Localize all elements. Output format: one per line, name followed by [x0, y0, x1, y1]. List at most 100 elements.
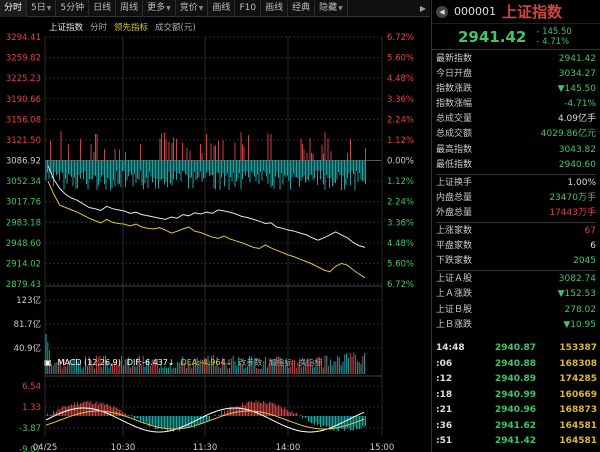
percent-tick-label: 4.48%	[387, 239, 414, 249]
percent-tick-label: 1.12%	[387, 136, 414, 146]
stat-label: 最高指数	[436, 144, 473, 155]
time-tick-label: 14:00	[276, 443, 301, 452]
stat-label: 最新指数	[436, 54, 473, 64]
macd-add-button[interactable]: 加指标	[268, 357, 292, 368]
macd-tick-label: 6.54	[22, 382, 41, 392]
time-tick-label: 15:00	[370, 443, 395, 452]
tick-price: 2941.62	[495, 420, 536, 431]
stat-row: 外盘总量 17443万手	[436, 206, 596, 221]
tick-time: :21	[436, 405, 453, 415]
tick-time: :36	[436, 420, 453, 431]
stat-label: 上Ｂ涨跌	[436, 319, 473, 330]
stat-label: 总成交额	[436, 129, 473, 140]
chart-canvas[interactable]: 3294.41 6.72% 3259.82 5.60% 3225.23 4.48% 3190…	[0, 18, 430, 452]
chevron-down-icon: ▼	[338, 4, 343, 12]
price-tick-label: 2983.18	[6, 218, 41, 228]
stat-row: 上Ａ涨跌 ▼152.53	[436, 287, 596, 302]
price-tick-label: 2879.43	[6, 280, 41, 290]
tick-price: 2941.42	[495, 436, 536, 446]
percent-tick-label: 2.24%	[387, 115, 414, 125]
tick-price: 2940.88	[495, 358, 536, 369]
percent-tick-label: 5.60%	[387, 54, 414, 64]
stat-label: 上证Ａ股	[436, 274, 473, 285]
stat-row: 上证Ｂ股 278.02	[436, 303, 596, 318]
tick-time: 14:48	[436, 343, 465, 353]
stat-label: 指数涨跌	[436, 84, 473, 95]
price-tick-label: 2914.02	[6, 259, 41, 269]
tab-1[interactable]: 5日▼	[27, 0, 57, 17]
stat-label: 平盘家数	[436, 241, 473, 252]
price-change: - 145.50 - 4.71%	[536, 27, 572, 47]
tick-price: 2940.99	[495, 389, 536, 400]
price-tick-label: 3156.08	[6, 115, 41, 125]
tab-5[interactable]: 更多▼	[143, 0, 176, 17]
price-tick-label: 3017.76	[6, 198, 41, 208]
stat-value: ▼10.95	[563, 319, 596, 330]
macd-title[interactable]: MACD (12,26,9)	[58, 358, 121, 367]
tab-8[interactable]: F10	[235, 0, 262, 17]
chevron-down-icon: ▼	[166, 4, 171, 12]
stat-label: 指数涨幅	[436, 99, 473, 110]
tick-volume: 153387	[559, 343, 597, 353]
tab-10[interactable]: 经典	[288, 0, 316, 17]
stat-row: 上涨家数 67	[436, 224, 596, 239]
tab-9[interactable]: 画线	[261, 0, 289, 17]
stat-row: 最高指数 3043.82	[436, 143, 596, 158]
macd-dif: DIF:-6.437↓	[126, 358, 175, 367]
tab-label: 5日	[31, 2, 46, 13]
tab-2[interactable]: 5分钟	[56, 0, 90, 17]
tab-0[interactable]: 分时	[0, 0, 28, 17]
stat-label: 上证Ｂ股	[436, 304, 473, 315]
tick-volume: 168308	[559, 358, 597, 369]
tab-6[interactable]: 竞价▼	[176, 0, 209, 17]
tick-price: 2940.96	[495, 405, 536, 415]
stat-value: 4.09亿手	[557, 114, 596, 125]
price-tick-label: 3052.34	[6, 177, 41, 187]
change-percent: - 4.71%	[536, 36, 570, 47]
stat-row: 今日开盘 3034.27	[436, 67, 596, 82]
intraday-chart[interactable]: 3294.41 6.72% 3259.82 5.60% 3225.23 4.48% 3190…	[0, 18, 430, 452]
tick-volume: 168873	[559, 405, 597, 415]
price-tick-label: 3225.23	[6, 74, 41, 84]
stat-label: 下跌家数	[436, 256, 473, 267]
percent-tick-label: 3.36%	[387, 95, 414, 105]
time-tick-label: 04/25	[33, 443, 58, 452]
stat-row: 上证Ａ股 3082.74	[436, 272, 596, 287]
tab-label: 5分钟	[60, 2, 85, 13]
stat-label: 总成交量	[436, 114, 473, 125]
more-icon[interactable]: ▶	[420, 0, 426, 17]
price-tick-label: 3259.82	[6, 54, 41, 64]
percent-tick-label: 5.60%	[387, 259, 414, 269]
chevron-down-icon: ▼	[198, 4, 204, 12]
macd-settings-icon[interactable]: ▣	[44, 358, 52, 367]
tab-4[interactable]: 周线	[116, 0, 144, 17]
stat-value: 67	[584, 226, 596, 237]
tick-time: :51	[436, 436, 453, 446]
stock-code: 000001	[454, 5, 496, 18]
prev-stock-icon[interactable]: ◀	[436, 5, 448, 18]
percent-tick-label: 1.12%	[387, 177, 414, 187]
stats-list: 最新指数 2941.42 今日开盘 3034.27 指数涨跌 ▼145.50 指数涨幅 -4.…	[432, 50, 600, 333]
stat-row: 最低指数 2940.60	[436, 158, 596, 173]
stat-row: 平盘家数 6	[436, 239, 596, 254]
tab-7[interactable]: 画线	[208, 0, 236, 17]
stat-row: 上证换手 1.00%	[436, 176, 596, 191]
tick-volume: 160669	[559, 389, 597, 400]
chart-tabbar: 分时 5日▼ 5分钟 日线 周线 更多▼ 竞价▼ 画线 F10 画线 经典 隐藏▼ ▶	[0, 0, 430, 17]
tick-volume: 174285	[559, 374, 597, 384]
stat-value: 3082.74	[558, 274, 596, 285]
macd-switch-button[interactable]: 换指标	[298, 357, 322, 368]
stat-label: 上涨家数	[436, 226, 473, 237]
stat-value: ▼145.50	[557, 84, 596, 95]
legend-time: 分时	[90, 23, 108, 33]
stock-name: 上证指数	[502, 3, 563, 21]
tab-label: 更多	[147, 2, 166, 13]
tab-3[interactable]: 日线	[89, 0, 117, 17]
tick-row: :51 2941.42 164581	[436, 434, 597, 450]
macd-params-button[interactable]: 改参数	[238, 357, 262, 368]
tab-11[interactable]: 隐藏▼	[315, 0, 348, 17]
stat-row: 下跌家数 2045	[436, 254, 596, 269]
tick-time: :12	[436, 374, 453, 384]
tab-label: 周线	[120, 2, 139, 13]
chevron-down-icon: ▼	[46, 4, 52, 12]
